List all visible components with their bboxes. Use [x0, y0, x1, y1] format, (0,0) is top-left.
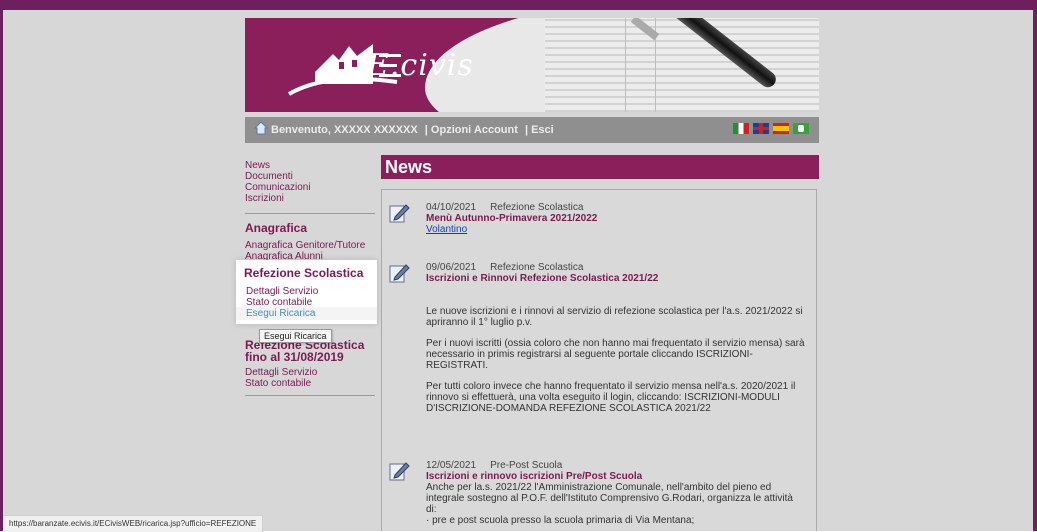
sidebar-heading-refezione-old-2: fino al 31/08/2019 [245, 350, 344, 364]
news-category: Pre-Post Scuola [490, 460, 563, 471]
news-paragraph: Per i nuovi iscritti (ossia coloro che n… [426, 338, 805, 371]
sidebar-item-iscrizioni[interactable]: Iscrizioni [245, 193, 375, 204]
news-attachment-link[interactable]: Volantino [426, 224, 467, 235]
language-flags [733, 123, 809, 134]
news-date: 09/06/2021 [426, 262, 477, 273]
sidebar-item-stato-contabile[interactable]: Stato contabile [246, 297, 377, 308]
sidebar: News Documenti Comunicazioni Iscrizioni … [245, 160, 375, 396]
sidebar-heading-refezione: Refezione Scolastica [244, 266, 364, 280]
header-banner: E.civis [245, 18, 819, 112]
news-edit-icon [389, 264, 410, 283]
news-paragraph: Le nuove iscrizioni e i rinnovi al servi… [426, 306, 803, 328]
logo-text: E.civis [367, 48, 474, 83]
news-title[interactable]: Iscrizioni e rinnovo iscrizioni Pre/Post… [426, 471, 806, 482]
page-title: News [381, 155, 819, 179]
home-icon[interactable] [254, 121, 268, 135]
news-category: Refezione Scolastica [490, 202, 584, 213]
flag-uk-icon[interactable] [753, 123, 769, 134]
flag-italy-icon[interactable] [733, 123, 749, 134]
news-paragraph: Anche per la.s. 2021/22 l'Amministrazion… [426, 482, 793, 515]
sidebar-item-esegui-ricarica[interactable]: Esegui Ricarica [246, 308, 377, 319]
news-paragraph: · pre e post scuola presso la scuola pri… [426, 515, 695, 526]
sidebar-item-stato-contabile-old[interactable]: Stato contabile [245, 378, 375, 389]
news-date: 12/05/2021 [426, 460, 477, 471]
account-options-link[interactable]: | Opzioni Account [425, 124, 518, 136]
news-edit-icon [389, 462, 410, 481]
sidebar-item-comunicazioni[interactable]: Comunicazioni [245, 182, 375, 193]
top-bar: Benvenuto, XXXXX XXXXXX | Opzioni Accoun… [245, 117, 819, 143]
sidebar-item-dettagli-servizio[interactable]: Dettagli Servizio [246, 286, 377, 297]
sidebar-item-dettagli-servizio-old[interactable]: Dettagli Servizio [245, 367, 375, 378]
page: E.civis Benvenuto, XXXXX XXXXXX | Opzion… [3, 10, 1033, 531]
tooltip: Esegui Ricarica [259, 329, 332, 343]
exit-link[interactable]: | Esci [525, 124, 554, 136]
welcome-text: Benvenuto, XXXXX XXXXXX [271, 124, 418, 136]
news-title[interactable]: Menù Autunno-Primavera 2021/2022 [426, 213, 806, 224]
news-date: 04/10/2021 [426, 202, 477, 213]
news-paragraph: Per tutti coloro invece che hanno freque… [426, 381, 796, 414]
sidebar-section-anagrafica: Anagrafica Anagrafica Genitore/Tutore An… [245, 213, 375, 262]
sidebar-item-documenti[interactable]: Documenti [245, 171, 375, 182]
sidebar-item-news[interactable]: News [245, 160, 375, 171]
flag-spain-icon[interactable] [773, 123, 789, 134]
sidebar-item-anagrafica-genitore[interactable]: Anagrafica Genitore/Tutore [245, 240, 375, 251]
flag-green-icon[interactable] [793, 123, 809, 134]
news-title[interactable]: Iscrizioni e Rinnovi Refezione Scolastic… [426, 273, 806, 284]
status-bar-url: https://baranzate.ecivis.it/ECivisWEB/ri… [3, 515, 264, 532]
sidebar-section-refezione: Refezione Scolastica Dettagli Servizio S… [236, 260, 377, 324]
news-edit-icon [389, 204, 410, 223]
sidebar-heading-anagrafica: Anagrafica [245, 221, 308, 235]
news-list: 04/10/2021 Refezione Scolastica Menù Autu… [381, 189, 817, 531]
news-category: Refezione Scolastica [490, 262, 584, 273]
